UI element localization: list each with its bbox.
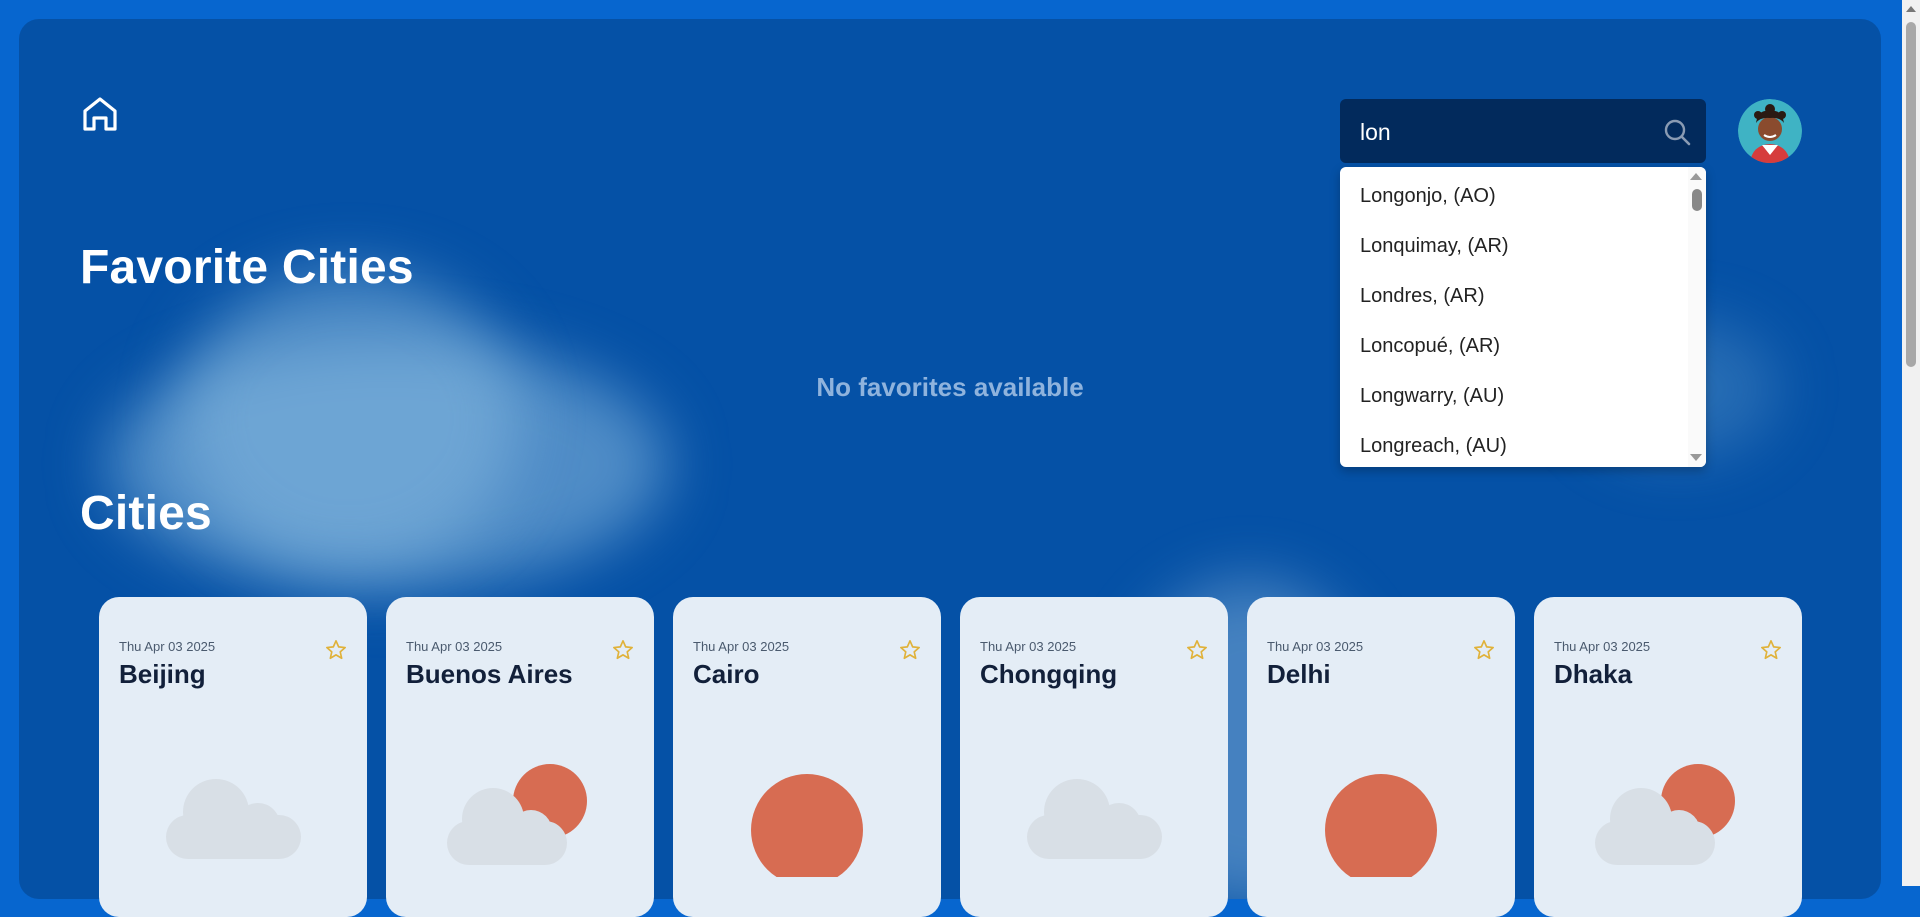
card-city-name: Buenos Aires [406, 659, 573, 689]
city-card-buenos-aires[interactable]: Thu Apr 03 2025 Buenos Aires [386, 597, 654, 917]
star-icon[interactable] [1473, 639, 1495, 661]
star-icon[interactable] [899, 639, 921, 661]
card-date: Thu Apr 03 2025 [980, 639, 1077, 654]
card-city-name: Cairo [693, 659, 760, 689]
scroll-up-icon[interactable] [1906, 6, 1916, 12]
background-cloud [179, 269, 519, 569]
scrollbar-thumb[interactable] [1692, 189, 1702, 211]
suggestion-item[interactable]: Londres, (AR) [1360, 285, 1485, 308]
scroll-up-icon[interactable] [1690, 173, 1702, 180]
suggestion-item[interactable]: Lonquimay, (AR) [1360, 235, 1509, 258]
favorites-title: Favorite Cities [80, 241, 414, 294]
no-favorites-message: No favorites available [816, 372, 1084, 402]
city-card-delhi[interactable]: Thu Apr 03 2025 Delhi [1247, 597, 1515, 917]
avatar[interactable] [1738, 99, 1802, 163]
suggestion-item[interactable]: Longreach, (AU) [1360, 435, 1507, 458]
city-card-chongqing[interactable]: Thu Apr 03 2025 Chongqing [960, 597, 1228, 917]
window-scrollbar[interactable] [1902, 0, 1920, 886]
card-city-name: Beijing [119, 659, 206, 689]
suggestion-item[interactable]: Loncopué, (AR) [1360, 335, 1500, 358]
city-card-cairo[interactable]: Thu Apr 03 2025 Cairo [673, 597, 941, 917]
cities-title: Cities [80, 487, 212, 540]
suggestion-item[interactable]: Longwarry, (AU) [1360, 385, 1504, 408]
card-date: Thu Apr 03 2025 [1554, 639, 1651, 654]
card-city-name: Chongqing [980, 659, 1118, 689]
card-date: Thu Apr 03 2025 [406, 639, 503, 654]
star-icon[interactable] [1760, 639, 1782, 661]
card-city-name: Dhaka [1554, 659, 1633, 689]
search-box [1340, 99, 1706, 165]
cloud-icon [1027, 779, 1162, 859]
card-city-name: Delhi [1267, 659, 1331, 689]
city-card-dhaka[interactable]: Thu Apr 03 2025 Dhaka [1534, 597, 1802, 917]
card-date: Thu Apr 03 2025 [119, 639, 216, 654]
home-icon[interactable] [80, 94, 120, 134]
scroll-down-icon[interactable] [1690, 454, 1702, 461]
card-date: Thu Apr 03 2025 [1267, 639, 1364, 654]
search-input[interactable] [1358, 99, 1652, 165]
scrollbar-thumb[interactable] [1906, 22, 1916, 367]
star-icon[interactable] [325, 639, 347, 661]
partly-cloudy-icon [447, 764, 587, 865]
star-icon[interactable] [1186, 639, 1208, 661]
sun-icon [1325, 774, 1437, 877]
city-card-beijing[interactable]: Thu Apr 03 2025 Beijing [99, 597, 367, 917]
star-icon[interactable] [612, 639, 634, 661]
search-icon[interactable] [1662, 117, 1692, 147]
suggestion-item[interactable]: Longonjo, (AO) [1360, 185, 1496, 208]
card-date: Thu Apr 03 2025 [693, 639, 790, 654]
sun-icon [751, 774, 863, 877]
search-suggestions-dropdown: Longonjo, (AO) Lonquimay, (AR) Londres, … [1340, 167, 1706, 467]
partly-cloudy-icon [1595, 764, 1735, 865]
dropdown-scrollbar[interactable] [1688, 167, 1706, 467]
cloud-icon [166, 779, 301, 859]
